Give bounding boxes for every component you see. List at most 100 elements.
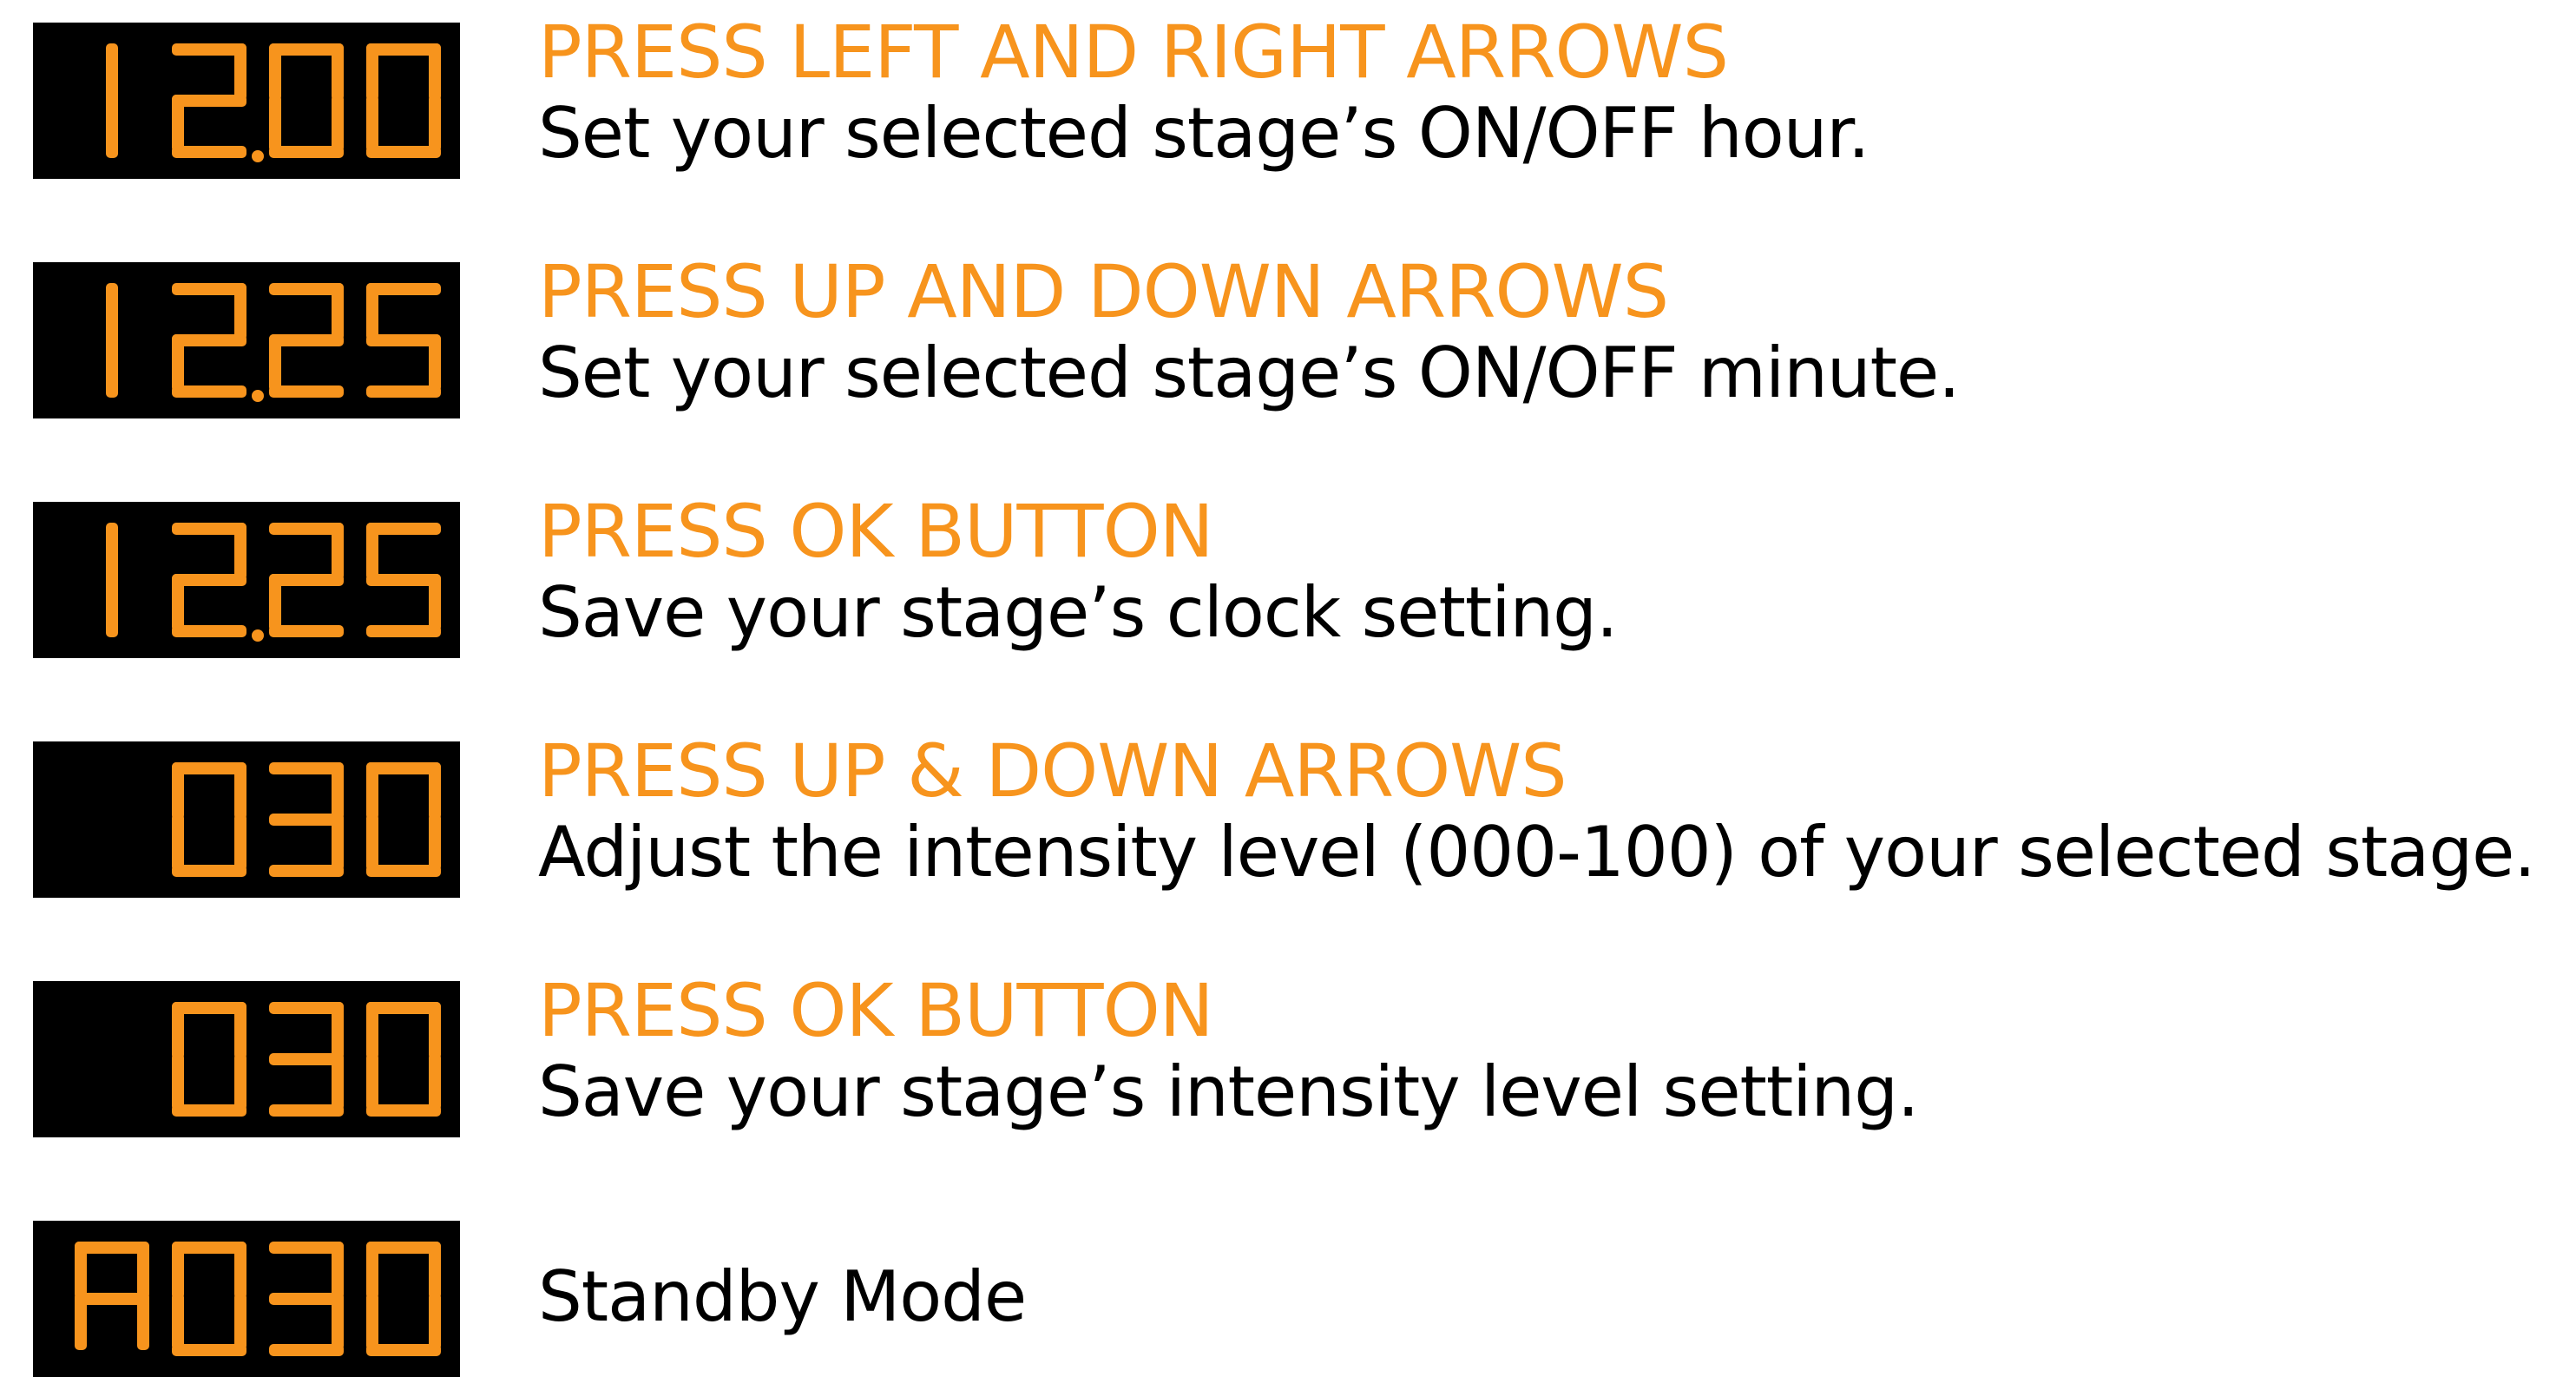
step-description: Save your stage’s clock setting.: [538, 572, 1618, 653]
step-description: Save your stage’s intensity level settin…: [538, 1051, 1919, 1132]
lcd-segment: [137, 1242, 149, 1299]
lcd-segment: [429, 43, 441, 101]
lcd-segment: [269, 43, 281, 101]
lcd-segment: [172, 1053, 184, 1110]
lcd-display: [33, 1221, 460, 1377]
lcd-segment: [172, 1242, 184, 1299]
lcd-segment: [234, 283, 246, 340]
lcd-segment: [106, 283, 118, 398]
lcd-segment: [106, 523, 118, 637]
lcd-segment: [269, 334, 281, 392]
lcd-segment: [332, 43, 344, 101]
step-description: Set your selected stage’s ON/OFF hour.: [538, 93, 1870, 174]
lcd-segment: [429, 95, 441, 152]
lcd-segment: [366, 43, 378, 101]
step-heading: PRESS OK BUTTON: [538, 968, 1214, 1053]
lcd-segment: [172, 385, 246, 398]
lcd-segment: [366, 283, 378, 340]
lcd-segment: [366, 1293, 378, 1350]
lcd-segment: [172, 814, 184, 871]
lcd-segment: [429, 1002, 441, 1059]
lcd-segment: [332, 1002, 344, 1059]
lcd-segment: [332, 762, 344, 820]
lcd-segment: [269, 1104, 344, 1117]
lcd-segment: [269, 385, 344, 398]
lcd-digits: [106, 283, 441, 402]
lcd-segment: [172, 1002, 184, 1059]
lcd-segment: [332, 1293, 344, 1350]
lcd-segment: [429, 814, 441, 871]
lcd-segment: [234, 1002, 246, 1059]
lcd-display: [33, 23, 460, 179]
lcd-segment: [332, 523, 344, 580]
lcd-segment: [269, 625, 344, 637]
lcd-display: [33, 262, 460, 418]
step-heading: PRESS UP & DOWN ARROWS: [538, 728, 1567, 814]
step-description: Set your selected stage’s ON/OFF minute.: [538, 333, 1961, 413]
lcd-segment: [366, 1053, 378, 1110]
step-2: PRESS UP AND DOWN ARROWS Set your select…: [33, 249, 2550, 418]
lcd-segment: [332, 814, 344, 871]
step-description: Adjust the intensity level (000-100) of …: [538, 812, 2536, 893]
lcd-segment: [366, 625, 441, 637]
lcd-segment: [269, 574, 281, 631]
lcd-segment: [172, 334, 184, 392]
step-6: Standby Mode: [33, 1221, 2550, 1377]
lcd-segment: [172, 762, 184, 820]
lcd-decimal-point: [252, 390, 264, 402]
lcd-segment: [366, 1242, 378, 1299]
lcd-segment: [269, 865, 344, 877]
lcd-segment: [332, 1242, 344, 1299]
lcd-segment: [332, 95, 344, 152]
lcd-segment: [234, 1293, 246, 1350]
lcd-segment: [172, 1293, 184, 1350]
lcd-segment: [429, 1242, 441, 1299]
lcd-segment: [366, 1002, 378, 1059]
step-1: PRESS LEFT AND RIGHT ARROWS Set your sel…: [33, 10, 2550, 179]
lcd-segment: [429, 1053, 441, 1110]
lcd-segment: [75, 1293, 149, 1305]
lcd-digits: [75, 1242, 441, 1356]
lcd-display: [33, 502, 460, 658]
lcd-segment: [429, 334, 441, 392]
lcd-segment: [172, 146, 246, 158]
lcd-segment: [429, 762, 441, 820]
lcd-segment: [234, 762, 246, 820]
lcd-segment: [106, 43, 118, 158]
lcd-segment: [234, 1053, 246, 1110]
lcd-segment: [234, 1242, 246, 1299]
step-heading: PRESS UP AND DOWN ARROWS: [538, 249, 1669, 334]
lcd-segment: [234, 814, 246, 871]
step-5: PRESS OK BUTTON Save your stage’s intens…: [33, 968, 2550, 1137]
lcd-segment: [366, 385, 441, 398]
lcd-segment: [429, 1293, 441, 1350]
lcd-segment: [269, 95, 281, 152]
lcd-segment: [172, 574, 184, 631]
lcd-segment: [172, 95, 184, 152]
lcd-segment: [332, 283, 344, 340]
step-3: PRESS OK BUTTON Save your stage’s clock …: [33, 489, 2550, 658]
lcd-segment: [366, 523, 378, 580]
lcd-digits: [172, 1002, 441, 1117]
step-heading: PRESS OK BUTTON: [538, 489, 1214, 574]
lcd-segment: [269, 1344, 344, 1356]
lcd-digits: [106, 523, 441, 642]
lcd-digits: [172, 762, 441, 877]
step-heading: PRESS LEFT AND RIGHT ARROWS: [538, 10, 1729, 95]
lcd-segment: [429, 574, 441, 631]
lcd-digits: [106, 43, 441, 162]
lcd-display: [33, 981, 460, 1137]
step-description: Standby Mode: [538, 1256, 1027, 1337]
lcd-segment: [366, 814, 378, 871]
lcd-segment: [234, 523, 246, 580]
lcd-decimal-point: [252, 629, 264, 642]
lcd-decimal-point: [252, 150, 264, 162]
lcd-segment: [172, 625, 246, 637]
step-4: PRESS UP & DOWN ARROWS Adjust the intens…: [33, 728, 2550, 898]
lcd-segment: [332, 1053, 344, 1110]
lcd-segment: [366, 95, 378, 152]
lcd-segment: [366, 762, 378, 820]
lcd-segment: [75, 1242, 87, 1299]
lcd-display: [33, 741, 460, 898]
lcd-segment: [234, 43, 246, 101]
